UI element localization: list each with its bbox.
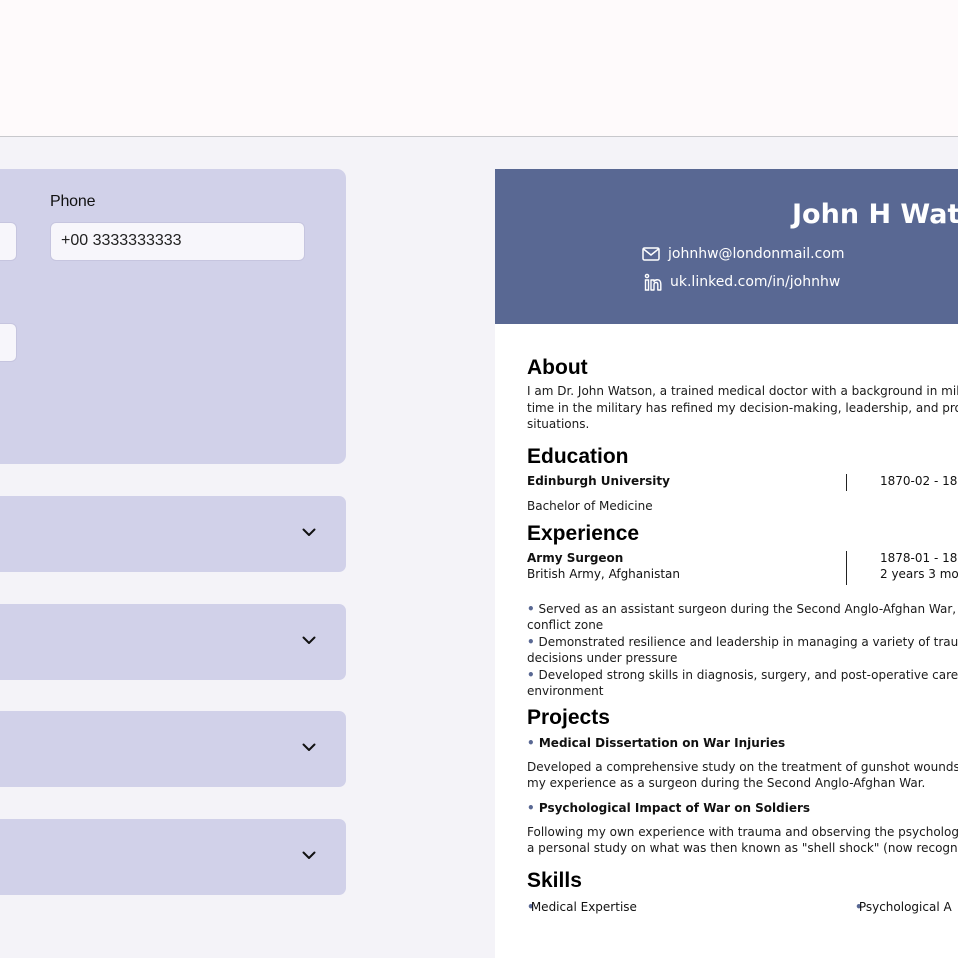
- divider: [846, 473, 847, 491]
- experience-role: Army Surgeon: [527, 550, 624, 565]
- resume-linkedin: uk.linked.com/in/johnhw: [644, 273, 840, 291]
- experience-duration: 2 years 3 mor: [880, 566, 958, 581]
- phone-label: Phone: [50, 193, 96, 210]
- chevron-down-icon: [302, 743, 316, 751]
- mail-icon: [642, 247, 660, 261]
- resume-preview: John H Wats johnhw@londonmail.com uk.lin…: [495, 169, 958, 958]
- skill-item: • Medical Expertise: [527, 899, 637, 914]
- list-item: • Developed strong skills in diagnosis, …: [527, 667, 958, 682]
- about-text: I am Dr. John Watson, a trained medical …: [527, 384, 958, 398]
- about-heading: About: [527, 356, 588, 379]
- accordion-section-3[interactable]: [0, 711, 346, 787]
- top-bar: [0, 0, 958, 137]
- text-field-cut[interactable]: [0, 222, 17, 261]
- education-school: Edinburgh University: [527, 473, 670, 488]
- resume-body: About I am Dr. John Watson, a trained me…: [527, 354, 958, 920]
- project-description: Developed a comprehensive study on the t…: [527, 759, 958, 774]
- linkedin-icon: [644, 273, 662, 291]
- education-dates: 1870-02 - 18: [880, 473, 958, 488]
- list-item: • Demonstrated resilience and leadership…: [527, 634, 958, 649]
- resume-email: johnhw@londonmail.com: [642, 246, 845, 262]
- chevron-down-icon: [302, 528, 316, 536]
- project-description: a personal study on what was then known …: [527, 841, 958, 855]
- list-item: • Served as an assistant surgeon during …: [527, 601, 958, 616]
- project-title: • Psychological Impact of War on Soldier…: [527, 800, 811, 815]
- chevron-down-icon: [302, 636, 316, 644]
- linkedin-text: uk.linked.com/in/johnhw: [670, 274, 841, 290]
- experience-heading: Experience: [527, 521, 640, 545]
- phone-input[interactable]: +00 3333333333: [50, 222, 305, 261]
- project-description: Following my own experience with trauma …: [527, 824, 958, 839]
- experience-org: British Army, Afghanistan: [527, 566, 680, 581]
- text-field-cut-2[interactable]: [0, 323, 17, 362]
- education-degree: Bachelor of Medicine: [527, 498, 653, 513]
- accordion-section-4[interactable]: [0, 819, 346, 895]
- about-text: situations.: [527, 417, 590, 431]
- chevron-down-icon: [302, 851, 316, 859]
- projects-heading: Projects: [527, 705, 610, 729]
- list-item: conflict zone: [527, 618, 604, 632]
- skills-list: • Medical Expertise • Psychological A: [527, 900, 958, 920]
- skills-heading: Skills: [527, 868, 582, 892]
- project-title: • Medical Dissertation on War Injuries: [527, 735, 786, 750]
- email-text: johnhw@londonmail.com: [668, 246, 845, 262]
- about-text: time in the military has refined my deci…: [527, 400, 958, 415]
- skill-item: • Psychological A: [855, 899, 952, 914]
- accordion-section-2[interactable]: [0, 604, 346, 680]
- list-item: environment: [527, 684, 604, 698]
- experience-bullets: • Served as an assistant surgeon during …: [527, 601, 958, 700]
- education-heading: Education: [527, 444, 629, 468]
- resume-name: John H Wats: [792, 199, 958, 230]
- project-description: my experience as a surgeon during the Se…: [527, 776, 926, 790]
- experience-dates: 1878-01 - 18: [880, 550, 958, 565]
- resume-header: John H Wats johnhw@londonmail.com uk.lin…: [495, 169, 958, 324]
- contact-form-panel: Phone +00 3333333333: [0, 169, 346, 464]
- accordion-section-1[interactable]: [0, 496, 346, 572]
- list-item: decisions under pressure: [527, 651, 678, 665]
